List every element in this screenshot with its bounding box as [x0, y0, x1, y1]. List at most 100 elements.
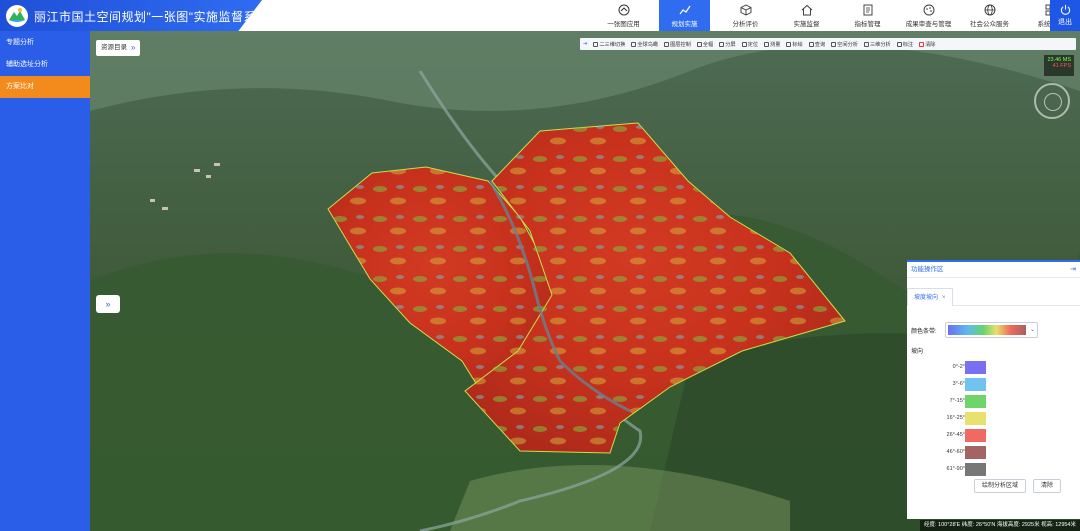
sidebar-item-scheme-comparison[interactable]: 方案比对: [0, 76, 90, 98]
house-icon: [801, 4, 812, 15]
coordinate-status: 经度: 100°28'E 纬度: 26°50'N 海拔高度: 2925米 视高:…: [919, 520, 1080, 531]
toolbar-label: 标绘: [792, 41, 803, 48]
legend-label: 26°-45°: [946, 432, 965, 438]
toolbar-label: 分屏: [725, 41, 736, 48]
toolbar-global-view[interactable]: 全球鸟瞰: [631, 41, 658, 48]
nav-item-analysis[interactable]: 分析评价: [720, 0, 771, 31]
ruler-icon: [764, 41, 770, 47]
home-icon: [618, 4, 629, 15]
toolbar-label: 三维分析: [869, 41, 891, 48]
legend-row: 3°-6°: [907, 376, 1080, 393]
legend-label: 3°-6°: [952, 381, 965, 387]
split-icon: [719, 41, 725, 47]
color-band-select[interactable]: ⌄: [945, 322, 1038, 338]
legend-row: 16°-25°: [907, 410, 1080, 427]
exit-label: 退出: [1058, 19, 1072, 26]
globe-icon: [631, 41, 637, 47]
palette-icon: [923, 4, 934, 15]
toolbar-split-screen[interactable]: 分屏: [719, 41, 736, 48]
toolbar-collapse-icon[interactable]: ⇥: [583, 41, 587, 47]
tab-slope-aspect[interactable]: 坡度坡向 ×: [907, 288, 953, 306]
tab-bar: 坡度坡向 ×: [907, 288, 1080, 306]
trash-icon: [919, 41, 925, 47]
toolbar-label: 图层控制: [670, 41, 691, 48]
toolbar-full-extent[interactable]: 全幅: [696, 41, 713, 48]
legend-swatch: [965, 446, 986, 459]
pen-icon: [786, 41, 792, 47]
toolbar-label: 全球鸟瞰: [637, 41, 659, 48]
fps-counter: 23.46 MS 41 FPS: [1044, 55, 1074, 76]
toolbar-label: 标注: [902, 41, 914, 48]
nav-item-review[interactable]: 成果审查与管理: [903, 0, 954, 31]
toolbar-query[interactable]: 查询: [808, 41, 826, 48]
power-icon: [1060, 4, 1070, 15]
function-panel: 功能操作区 ⇥ 坡度坡向 × 颜色条带: ⌄ 坡向 0°-2° 3°-6° 7°-…: [907, 260, 1080, 519]
legend-label: 7°-15°: [949, 398, 965, 404]
legend-label: 61°-90°: [946, 466, 965, 472]
legend-row: 61°-90°: [907, 461, 1080, 478]
toolbar-layer-control[interactable]: 图层控制: [664, 41, 691, 48]
document-icon: [863, 4, 872, 15]
chevron-down-icon: ⌄: [1029, 327, 1035, 333]
exit-button[interactable]: 退出: [1050, 0, 1080, 31]
resource-catalog-button[interactable]: 资源目录 »: [96, 40, 141, 56]
nav-label: 指标管理: [854, 20, 881, 28]
layers-icon: [664, 41, 670, 47]
main-nav: 一张图应用 规划实施 分析评价 实施监督 指标管理 成果审查与管理 社会公众服务: [598, 0, 1080, 31]
compass-icon[interactable]: [1034, 83, 1070, 119]
nav-label: 成果审查与管理: [905, 20, 952, 28]
legend-swatch: [965, 361, 986, 374]
legend-row: 0°-2°: [907, 359, 1080, 376]
cube-icon: [740, 3, 751, 16]
legend-swatch: [965, 395, 986, 408]
sidebar: 专题分析 辅助选址分析 方案比对: [0, 31, 90, 531]
double-chevron-right-icon: »: [131, 43, 136, 52]
nav-item-overview[interactable]: 一张图应用: [598, 0, 649, 31]
draw-analysis-area-button[interactable]: 绘制分析区域: [974, 479, 1026, 493]
legend-label: 16°-25°: [946, 415, 965, 421]
collapse-icon[interactable]: ⇥: [1070, 262, 1076, 278]
analysis-icon: [831, 41, 837, 47]
nav-item-planning[interactable]: 规划实施: [659, 0, 710, 31]
toolbar-2d3d-switch[interactable]: 二三维切换: [593, 41, 625, 48]
resource-catalog-label: 资源目录: [101, 44, 127, 51]
toolbar-plot[interactable]: 标绘: [786, 41, 803, 48]
legend-row: 7°-15°: [907, 393, 1080, 410]
switch-icon: [593, 41, 599, 47]
cube-icon: [863, 41, 869, 47]
sidebar-item-site-selection[interactable]: 辅助选址分析: [0, 54, 90, 76]
globe-icon: [984, 4, 995, 15]
clear-button[interactable]: 清除: [1033, 479, 1061, 493]
tab-label: 坡度坡向: [914, 295, 939, 301]
panel-title: 功能操作区: [911, 266, 944, 273]
toolbar-3d-analysis[interactable]: 三维分析: [863, 41, 891, 48]
legend-swatch: [965, 429, 986, 442]
close-icon[interactable]: ×: [942, 295, 946, 301]
toolbar-spatial-analysis[interactable]: 空间分析: [831, 41, 858, 48]
sidebar-item-thematic-analysis[interactable]: 专题分析: [0, 32, 90, 54]
nav-label: 分析评价: [732, 20, 759, 28]
nav-label: 社会公众服务: [970, 20, 1009, 28]
legend-label: 46°-60°: [946, 449, 965, 455]
map-toolbar: ⇥ 二三维切换 全球鸟瞰 图层控制 全幅 分屏 定位 测量 标绘 查询 空间分析…: [580, 38, 1076, 50]
toolbar-measure[interactable]: 测量: [764, 41, 780, 48]
top-header: 丽江市国土空间规划"一张图"实施监督系统 一张图应用 规划实施 分析评价 实施监…: [0, 0, 1080, 31]
toolbar-locate[interactable]: 定位: [741, 41, 759, 48]
panel-body: 坡度坡向 × 颜色条带: ⌄ 坡向 0°-2° 3°-6° 7°-15° 16°-…: [907, 280, 1080, 521]
legend-row: 46°-60°: [907, 444, 1080, 461]
nav-label: 规划实施: [671, 20, 698, 28]
nav-item-indicators[interactable]: 指标管理: [842, 0, 893, 31]
nav-label: 一张图应用: [607, 20, 640, 28]
chart-icon: [679, 5, 690, 14]
nav-item-public[interactable]: 社会公众服务: [964, 0, 1015, 31]
legend-swatch: [965, 463, 986, 476]
toolbar-annotation[interactable]: 标注: [896, 41, 914, 48]
nav-item-supervision[interactable]: 实施监督: [781, 0, 832, 31]
expand-panel-button[interactable]: »: [96, 295, 120, 313]
toolbar-label: 查询: [814, 41, 826, 48]
toolbar-label: 定位: [747, 41, 759, 48]
toolbar-clear[interactable]: 清除: [919, 41, 936, 48]
nav-label: 实施监督: [793, 20, 820, 28]
title-banner: 丽江市国土空间规划"一张图"实施监督系统: [0, 0, 262, 31]
legend-swatch: [965, 378, 986, 391]
